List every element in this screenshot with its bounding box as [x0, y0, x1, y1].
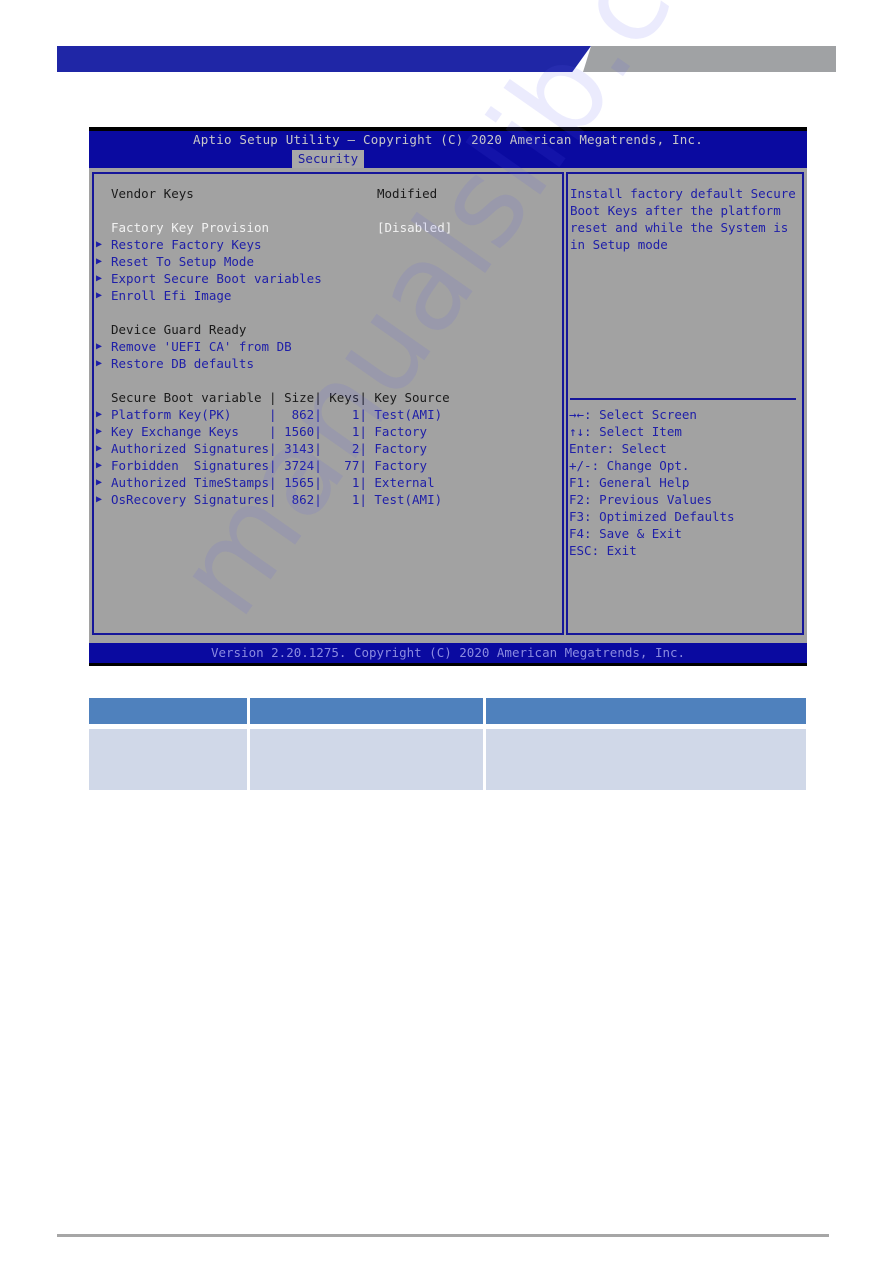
key-hint-change-opt: +/-: Change Opt. — [569, 458, 690, 473]
submenu-arrow-icon: ▶ — [96, 460, 103, 471]
key-hint-select-item: ↑↓: Select Item — [569, 424, 682, 439]
help-panel: Install factory default Secure Boot Keys… — [566, 172, 804, 635]
submenu-label: Enroll Efi Image — [111, 288, 232, 303]
vendor-keys-value: Modified — [377, 186, 438, 201]
submenu-arrow-icon: ▶ — [96, 239, 103, 250]
bios-title: Aptio Setup Utility – Copyright (C) 2020… — [193, 132, 703, 147]
bios-footer: Version 2.20.1275. Copyright (C) 2020 Am… — [89, 643, 807, 663]
header-grey-bar — [583, 46, 836, 72]
help-divider — [570, 398, 796, 400]
key-hint-select-screen: →←: Select Screen — [569, 407, 697, 422]
help-text-line: Install factory default Secure — [570, 186, 796, 201]
page-footer-rule — [57, 1234, 829, 1237]
key-hint-esc: ESC: Exit — [569, 543, 637, 558]
submenu-arrow-icon: ▶ — [96, 477, 103, 488]
submenu-label: Reset To Setup Mode — [111, 254, 254, 269]
submenu-arrow-icon: ▶ — [96, 256, 103, 267]
key-hint-enter: Enter: Select — [569, 441, 667, 456]
table-header-cell — [486, 698, 806, 724]
submenu-label: Remove 'UEFI CA' from DB — [111, 339, 292, 354]
factory-key-provision-value[interactable]: [Disabled] — [377, 219, 452, 236]
bios-screen: Aptio Setup Utility – Copyright (C) 2020… — [89, 127, 807, 666]
help-text-line: Boot Keys after the platform — [570, 203, 781, 218]
header-blue-bar — [57, 46, 591, 72]
table-cell — [250, 729, 483, 790]
submenu-arrow-icon: ▶ — [96, 426, 103, 437]
bios-body: Vendor Keys Modified Factory Key Provisi… — [89, 168, 807, 643]
device-guard-label: Device Guard Ready — [111, 322, 247, 337]
submenu-arrow-icon: ▶ — [96, 494, 103, 505]
variable-row-text: OsRecovery Signatures| 862| 1| Test(AMI) — [111, 492, 443, 507]
submenu-arrow-icon: ▶ — [96, 341, 103, 352]
tab-security[interactable]: Security — [292, 150, 364, 168]
submenu-arrow-icon: ▶ — [96, 358, 103, 369]
key-hint-f1: F1: General Help — [569, 475, 690, 490]
submenu-arrow-icon: ▶ — [96, 443, 103, 454]
submenu-arrow-icon: ▶ — [96, 273, 103, 284]
key-hint-f3: F3: Optimized Defaults — [569, 509, 735, 524]
help-text-line: reset and while the System is — [570, 220, 789, 235]
variables-table-header: Secure Boot variable | Size| Keys| Key S… — [111, 390, 450, 405]
page-header-band — [57, 46, 836, 72]
table-header-cell — [250, 698, 483, 724]
submenu-arrow-icon: ▶ — [96, 290, 103, 301]
submenu-label: Restore Factory Keys — [111, 237, 262, 252]
variable-row-text: Authorized TimeStamps| 1565| 1| External — [111, 475, 435, 490]
table-cell — [89, 729, 247, 790]
vendor-keys-label: Vendor Keys — [111, 186, 194, 201]
help-text-line: in Setup mode — [570, 237, 668, 252]
submenu-label: Export Secure Boot variables — [111, 271, 322, 286]
submenu-label: Restore DB defaults — [111, 356, 254, 371]
submenu-arrow-icon: ▶ — [96, 409, 103, 420]
key-hint-f4: F4: Save & Exit — [569, 526, 682, 541]
table-header-cell — [89, 698, 247, 724]
table-cell — [486, 729, 806, 790]
variable-row-text: Platform Key(PK) | 862| 1| Test(AMI) — [111, 407, 443, 422]
variable-row-text: Authorized Signatures| 3143| 2| Factory — [111, 441, 428, 456]
factory-key-provision-label[interactable]: Factory Key Provision — [111, 219, 269, 236]
variable-row-text: Forbidden Signatures| 3724| 77| Factory — [111, 458, 428, 473]
key-hint-f2: F2: Previous Values — [569, 492, 712, 507]
variable-row-text: Key Exchange Keys | 1560| 1| Factory — [111, 424, 428, 439]
settings-panel: Vendor Keys Modified Factory Key Provisi… — [92, 172, 564, 635]
